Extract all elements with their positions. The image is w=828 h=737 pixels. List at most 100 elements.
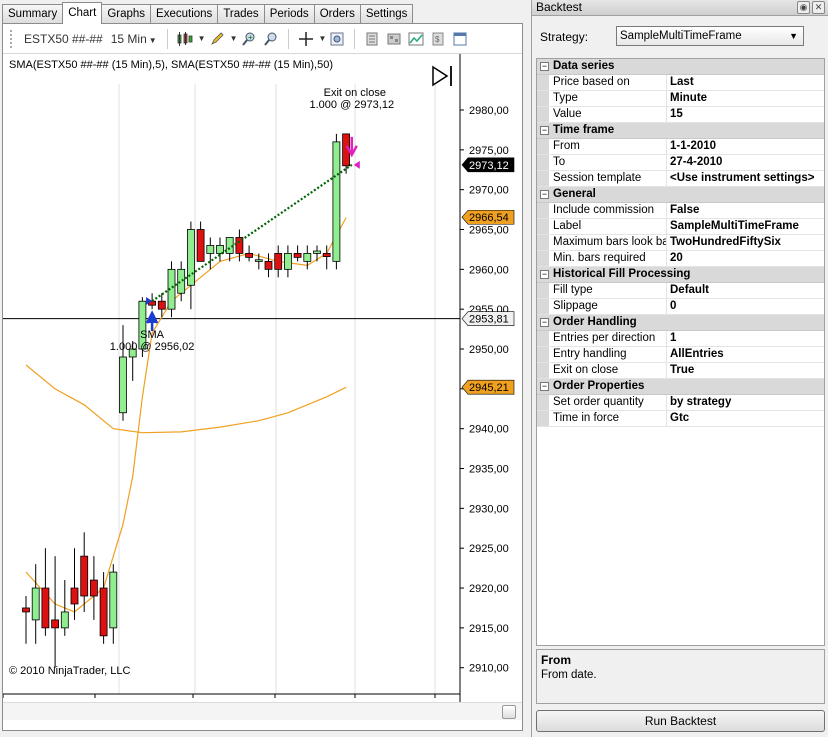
drawing-tool-button[interactable] bbox=[207, 29, 227, 49]
scrollbar-thumb[interactable] bbox=[502, 705, 516, 719]
candle-body bbox=[60, 611, 69, 629]
property-value[interactable]: by strategy bbox=[667, 395, 824, 410]
property-row[interactable]: From 1-1-2010 bbox=[537, 139, 824, 155]
crosshair-button[interactable] bbox=[296, 29, 316, 49]
price-tick-label: 2920,00 bbox=[469, 583, 509, 595]
collapse-icon[interactable]: − bbox=[540, 382, 549, 391]
sma-slow-marker: 2945,21 bbox=[469, 382, 509, 394]
property-row[interactable]: Session template <Use instrument settings… bbox=[537, 171, 824, 187]
category-data-series[interactable]: − Data series bbox=[537, 59, 824, 75]
property-row[interactable]: Type Minute bbox=[537, 91, 824, 107]
property-value[interactable]: 1-1-2010 bbox=[667, 139, 824, 154]
chevron-down-icon[interactable]: ▼ bbox=[319, 34, 327, 43]
strategy-row: Strategy: SampleMultiTimeFrame ▼ bbox=[532, 20, 828, 52]
collapse-icon[interactable]: − bbox=[540, 270, 549, 279]
property-name: Value bbox=[549, 107, 667, 122]
row-gutter bbox=[537, 331, 549, 346]
property-value[interactable]: True bbox=[667, 363, 824, 378]
tab-chart[interactable]: Chart bbox=[62, 2, 103, 24]
chevron-down-icon[interactable]: ▼ bbox=[230, 34, 238, 43]
svg-text:$: $ bbox=[435, 35, 440, 44]
tab-settings[interactable]: Settings bbox=[359, 4, 414, 24]
row-gutter bbox=[537, 91, 549, 106]
run-backtest-button[interactable]: Run Backtest bbox=[536, 710, 825, 732]
category-order-properties[interactable]: − Order Properties bbox=[537, 379, 824, 395]
exit-signal-label: Exit on close bbox=[324, 87, 386, 99]
collapse-icon[interactable]: − bbox=[540, 190, 549, 199]
pin-icon[interactable]: ◉ bbox=[797, 1, 810, 14]
property-value[interactable]: Gtc bbox=[667, 411, 824, 426]
property-value[interactable]: 20 bbox=[667, 251, 824, 266]
collapse-icon[interactable]: − bbox=[540, 62, 549, 71]
strategy-dropdown[interactable]: SampleMultiTimeFrame ▼ bbox=[616, 26, 804, 46]
horizontal-scrollbar[interactable] bbox=[3, 702, 522, 720]
zoom-in-button[interactable]: + bbox=[239, 29, 259, 49]
property-row[interactable]: Label SampleMultiTimeFrame bbox=[537, 219, 824, 235]
property-row[interactable]: Slippage 0 bbox=[537, 299, 824, 315]
category-time-frame[interactable]: − Time frame bbox=[537, 123, 824, 139]
chevron-down-icon[interactable]: ▼ bbox=[198, 34, 206, 43]
instrument-selector[interactable]: ESTX50 ##-## bbox=[20, 32, 107, 46]
property-row[interactable]: Set order quantity by strategy bbox=[537, 395, 824, 411]
entry-fill-label: 1.000 @ 2956,02 bbox=[110, 341, 195, 353]
tab-orders[interactable]: Orders bbox=[313, 4, 361, 24]
close-icon[interactable]: ✕ bbox=[812, 1, 825, 14]
property-value[interactable]: 27-4-2010 bbox=[667, 155, 824, 170]
tab-summary[interactable]: Summary bbox=[2, 4, 64, 24]
chart-style-button[interactable] bbox=[175, 29, 195, 49]
data-box-button[interactable] bbox=[327, 29, 347, 49]
property-value[interactable]: False bbox=[667, 203, 824, 218]
collapse-icon[interactable]: − bbox=[540, 126, 549, 135]
properties-button[interactable] bbox=[362, 29, 382, 49]
zoom-out-button[interactable] bbox=[261, 29, 281, 49]
price-tick-label: 2960,00 bbox=[469, 264, 509, 276]
category-general[interactable]: − General bbox=[537, 187, 824, 203]
property-row[interactable]: Value 15 bbox=[537, 107, 824, 123]
property-row[interactable]: Entries per direction 1 bbox=[537, 331, 824, 347]
property-row[interactable]: Price based on Last bbox=[537, 75, 824, 91]
price-chart[interactable]: SMA1.000 @ 2956,02 Exit on close1.000 @ 2… bbox=[3, 54, 522, 702]
zoom-out-icon bbox=[263, 32, 277, 46]
property-value[interactable]: 15 bbox=[667, 107, 824, 122]
indicator-label: SMA(ESTX50 ##-## (15 Min),5), SMA(ESTX50… bbox=[9, 59, 333, 71]
property-row[interactable]: To 27-4-2010 bbox=[537, 155, 824, 171]
backtest-panel: Backtest ◉ ✕ Strategy: SampleMultiTimeFr… bbox=[531, 0, 828, 737]
property-row[interactable]: Fill type Default bbox=[537, 283, 824, 299]
price-tick-label: 2925,00 bbox=[469, 543, 509, 555]
tab-graphs[interactable]: Graphs bbox=[101, 4, 152, 24]
property-row[interactable]: Maximum bars look bac TwoHundredFiftySix bbox=[537, 235, 824, 251]
indicators-button[interactable] bbox=[406, 29, 426, 49]
candle-body bbox=[186, 229, 195, 286]
category-order-handling[interactable]: − Order Handling bbox=[537, 315, 824, 331]
toolbar-grip[interactable] bbox=[10, 29, 14, 48]
property-row[interactable]: Entry handling AllEntries bbox=[537, 347, 824, 363]
period-selector[interactable]: 15 Min ▼ bbox=[107, 32, 161, 46]
tab-periods[interactable]: Periods bbox=[263, 4, 315, 24]
property-row[interactable]: Exit on close True bbox=[537, 363, 824, 379]
collapse-icon[interactable]: − bbox=[540, 318, 549, 327]
property-value[interactable]: 1 bbox=[667, 331, 824, 346]
property-name: Entries per direction bbox=[549, 331, 667, 346]
property-row[interactable]: Time in force Gtc bbox=[537, 411, 824, 427]
strategies-button[interactable] bbox=[384, 29, 404, 49]
category-label: Historical Fill Processing bbox=[553, 268, 691, 280]
candle-body bbox=[90, 579, 98, 597]
candle-body bbox=[254, 259, 263, 262]
property-value[interactable]: 0 bbox=[667, 299, 824, 314]
category-label: Data series bbox=[553, 60, 615, 72]
property-value[interactable]: SampleMultiTimeFrame bbox=[667, 219, 824, 234]
category-historical-fill-processing[interactable]: − Historical Fill Processing bbox=[537, 267, 824, 283]
property-row[interactable]: Include commission False bbox=[537, 203, 824, 219]
tab-trades[interactable]: Trades bbox=[217, 4, 265, 24]
property-value[interactable]: <Use instrument settings> bbox=[667, 171, 824, 186]
tab-strip: Summary Chart Graphs Executions Trades Period… bbox=[2, 2, 414, 24]
property-value[interactable]: Default bbox=[667, 283, 824, 298]
property-value[interactable]: Minute bbox=[667, 91, 824, 106]
tab-executions[interactable]: Executions bbox=[150, 4, 219, 24]
chart-trader-button[interactable] bbox=[450, 29, 470, 49]
property-row[interactable]: Min. bars required 20 bbox=[537, 251, 824, 267]
property-value[interactable]: AllEntries bbox=[667, 347, 824, 362]
property-value[interactable]: TwoHundredFiftySix bbox=[667, 235, 824, 250]
templates-button[interactable]: $ bbox=[428, 29, 448, 49]
property-value[interactable]: Last bbox=[667, 75, 824, 90]
